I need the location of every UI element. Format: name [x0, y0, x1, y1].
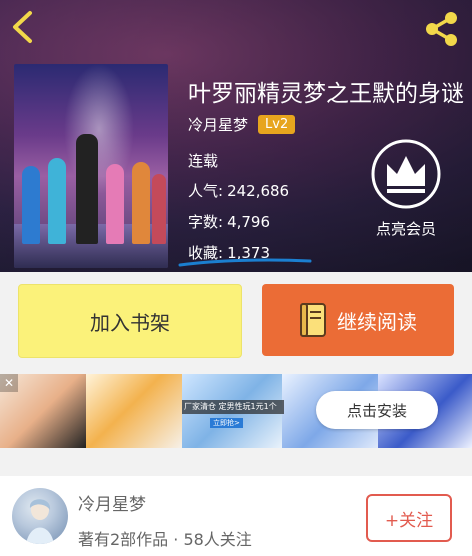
book-icon [300, 303, 326, 337]
ad-caption: 厂家清仓 定男性玩1元1个 [182, 400, 284, 414]
status-text: 连载 [188, 152, 219, 170]
vip-label[interactable]: 点亮会员 [352, 218, 460, 239]
wordcount-value: 4,796 [227, 213, 271, 231]
add-to-shelf-button[interactable]: 加入书架 [18, 284, 242, 358]
author-avatar[interactable] [12, 488, 68, 544]
ad-close-icon[interactable]: ✕ [0, 374, 18, 392]
install-button[interactable]: 点击安装 [316, 391, 438, 429]
cover-figure [48, 158, 66, 244]
wordcount-stat: 字数: 4,796 [188, 211, 270, 232]
author-row: 冷月星梦 Lv2 [188, 114, 296, 135]
popularity-label: 人气: [188, 182, 224, 200]
book-title: 叶罗丽精灵梦之王默的身谜 [188, 81, 464, 107]
wordcount-label: 字数: [188, 213, 224, 231]
continue-reading-button[interactable]: 继续阅读 [262, 284, 454, 356]
popularity-stat: 人气: 242,686 [188, 180, 289, 201]
cover-figure [106, 164, 124, 244]
underline-annotation [178, 258, 312, 267]
level-badge: Lv2 [258, 115, 296, 134]
ad-thumbnail [86, 374, 182, 448]
book-author[interactable]: 冷月星梦 [188, 114, 248, 135]
popularity-value: 242,686 [227, 182, 290, 200]
author-card-stats: 著有2部作品 · 58人关注 [78, 530, 252, 549]
cover-figure [76, 134, 98, 244]
author-card-name[interactable]: 冷月星梦 [78, 490, 146, 515]
cover-figure [132, 162, 150, 244]
crown-icon[interactable] [370, 138, 442, 210]
back-arrow-icon[interactable] [10, 10, 36, 44]
ad-sub-link[interactable]: 立即抢> [210, 418, 243, 428]
avatar-figure [26, 499, 54, 544]
book-cover-image[interactable] [14, 64, 168, 268]
add-to-shelf-label: 加入书架 [90, 310, 170, 335]
share-icon[interactable] [422, 10, 462, 48]
cover-figure [22, 166, 40, 244]
continue-reading-label: 继续阅读 [337, 309, 417, 334]
follow-button[interactable]: +关注 [366, 494, 452, 542]
cover-figure [152, 174, 166, 244]
